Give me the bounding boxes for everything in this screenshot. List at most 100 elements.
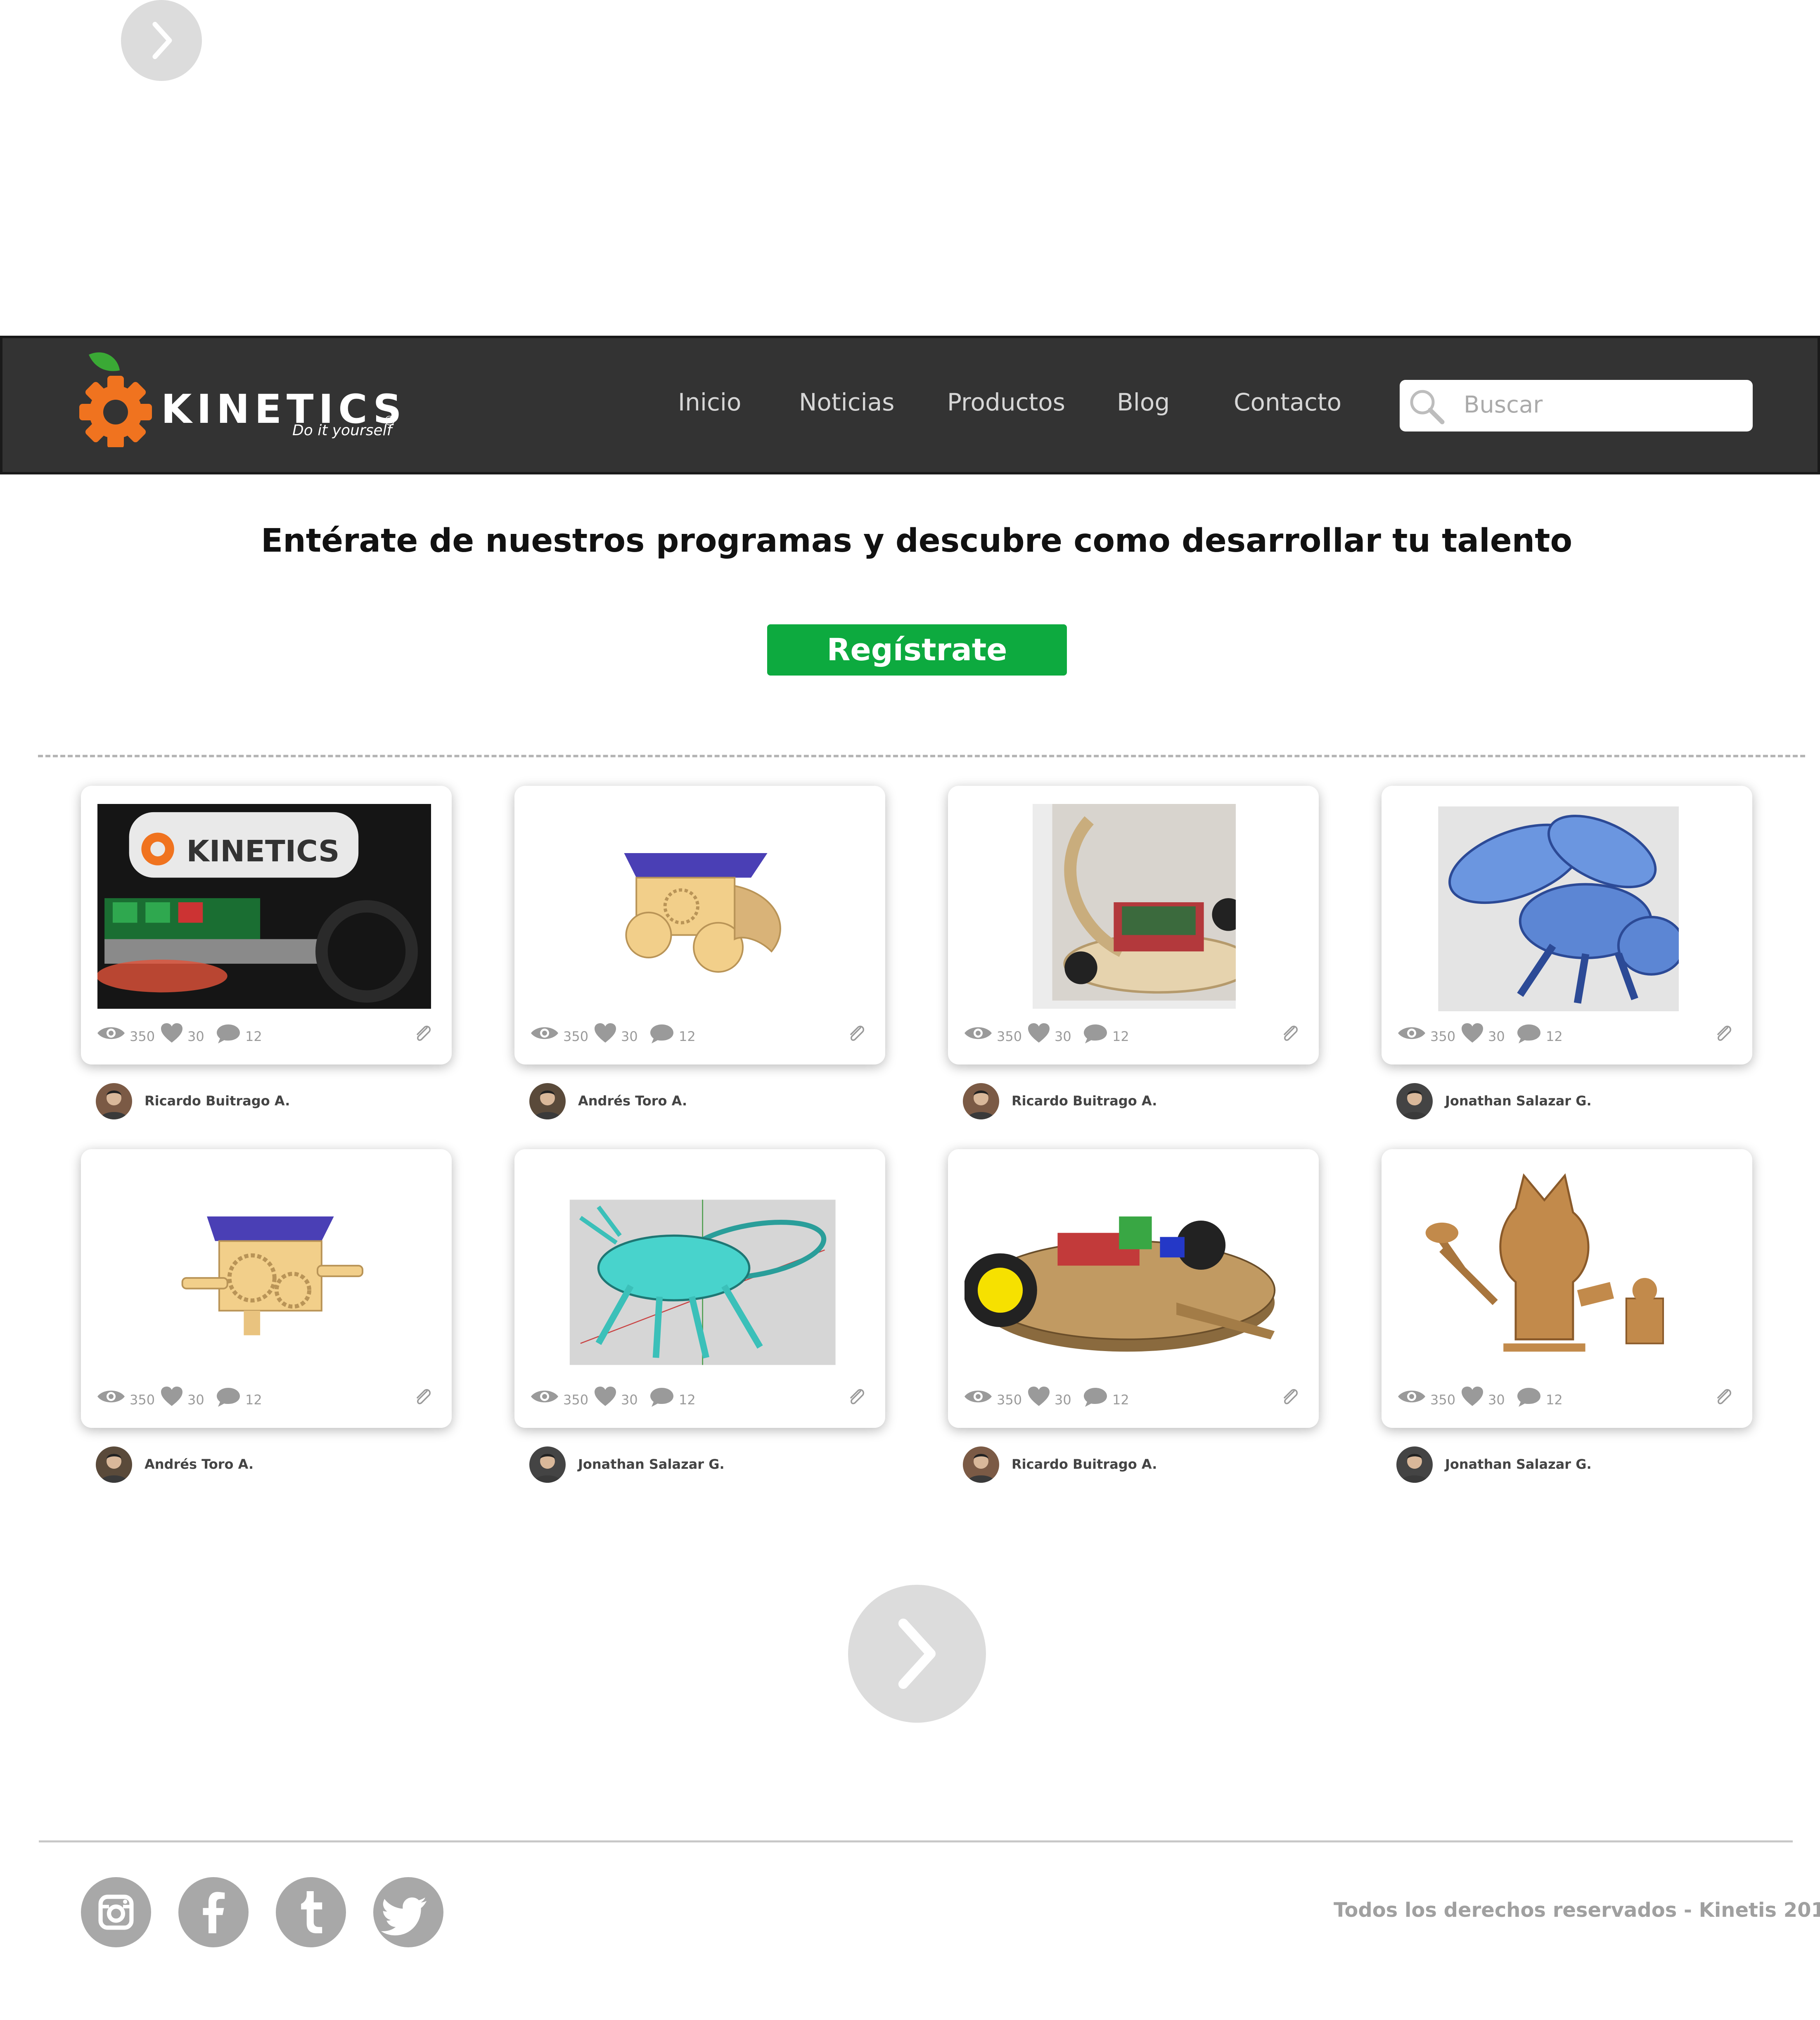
register-button[interactable]: Regístrate [767,624,1067,676]
search-placeholder: Buscar [1464,391,1543,418]
comment-icon [1517,1388,1540,1407]
project-thumbnail[interactable] [1435,806,1679,1011]
comments-count: 12 [679,1029,696,1044]
wooden-gear-machine-image [97,1167,431,1372]
footer-divider [39,1840,1793,1842]
comments-count: 12 [679,1392,696,1408]
comments-count: 12 [1112,1392,1129,1408]
project-card[interactable]: 350 30 12 [1382,1149,1752,1428]
user-avatar-icon [533,1454,562,1483]
project-card[interactable]: 350 30 12 [1382,786,1752,1065]
avatar[interactable] [96,1083,132,1119]
project-card[interactable]: 350 30 12 [81,1149,452,1428]
search-input[interactable] [1400,380,1753,432]
instagram-icon [98,1894,134,1930]
twitter-button[interactable] [373,1877,443,1947]
avatar[interactable] [96,1446,132,1483]
blue-fly-model-image [1435,806,1679,1011]
kinetics-board-photo-image: KINETICS [97,804,431,1009]
author-name: Jonathan Salazar G. [1445,1456,1592,1472]
nav-blog[interactable]: Blog [1117,388,1170,416]
project-stats: 350 30 12 [96,1023,434,1048]
views-count: 350 [130,1392,155,1408]
tumblr-button[interactable] [276,1877,346,1947]
project-card[interactable]: 350 30 12 [514,1149,885,1428]
paperclip-icon[interactable] [1280,1023,1301,1044]
nav-productos[interactable]: Productos [947,388,1065,416]
avatar[interactable] [1396,1446,1433,1483]
comment-icon [650,1024,673,1043]
views-count: 350 [997,1392,1022,1408]
svg-text:KINETICS: KINETICS [187,834,340,868]
views-count: 350 [1430,1029,1456,1044]
project-thumbnail[interactable] [965,1167,1298,1372]
heart-icon [1462,1387,1483,1406]
project-stats: 350 30 12 [529,1386,868,1411]
comment-icon [217,1024,240,1043]
project-thumbnail[interactable] [97,1167,431,1372]
paperclip-icon[interactable] [846,1386,868,1408]
user-avatar-icon [100,1454,128,1483]
logo-tagline: Do it yourself [292,422,392,439]
comments-count: 12 [245,1029,262,1044]
likes-count: 30 [621,1029,638,1044]
avatar[interactable] [529,1083,566,1119]
views-count: 350 [1430,1392,1456,1408]
project-stats: 350 30 12 [96,1386,434,1411]
project-card[interactable]: 350 30 12 [948,1149,1319,1428]
nav-contacto[interactable]: Contacto [1234,388,1341,416]
author-name: Andrés Toro A. [578,1093,687,1109]
previous-arrow-button[interactable] [121,0,202,81]
likes-count: 30 [187,1392,204,1408]
dashed-divider [38,755,1805,757]
next-arrow-button[interactable] [848,1585,986,1723]
avatar[interactable] [963,1446,999,1483]
likes-count: 30 [187,1029,204,1044]
chevron-right-icon [898,1618,936,1689]
facebook-icon [203,1892,225,1933]
project-card[interactable]: 350 30 12 [948,786,1319,1065]
avatar[interactable] [963,1083,999,1119]
paperclip-icon[interactable] [1713,1023,1735,1044]
project-card[interactable]: KINETICS 350 30 12 [81,786,452,1065]
author-name: Jonathan Salazar G. [578,1456,725,1472]
author-name: Ricardo Buitrago A. [145,1093,290,1109]
project-thumbnail[interactable] [1398,1167,1732,1372]
likes-count: 30 [1488,1392,1505,1408]
project-thumbnail[interactable] [531,804,865,1009]
project-card[interactable]: 350 30 12 [514,786,885,1065]
paperclip-icon[interactable] [413,1023,434,1044]
round-robot-car-image [965,1167,1298,1372]
paperclip-icon[interactable] [1280,1386,1301,1408]
author-name: Andrés Toro A. [145,1456,254,1472]
instagram-button[interactable] [81,1877,151,1947]
search-icon [1410,390,1445,424]
heart-icon [161,1387,182,1406]
paperclip-icon[interactable] [413,1386,434,1408]
nav-noticias[interactable]: Noticias [799,388,895,416]
likes-count: 30 [1055,1392,1071,1408]
project-thumbnail[interactable] [552,1193,846,1372]
user-avatar-icon [1401,1454,1429,1483]
chevron-right-icon [152,21,172,59]
avatar[interactable] [1396,1083,1433,1119]
project-thumbnail[interactable]: KINETICS [97,804,431,1009]
user-avatar-icon [967,1091,995,1119]
avatar[interactable] [529,1446,566,1483]
eye-icon [1398,1390,1425,1403]
nav-inicio[interactable]: Inicio [678,388,741,416]
twitter-icon [381,1897,427,1936]
comments-count: 12 [1546,1392,1563,1408]
eye-icon [97,1390,125,1403]
heart-icon [1028,1387,1050,1406]
comment-icon [1084,1024,1107,1043]
facebook-button[interactable] [178,1877,249,1947]
heart-icon [595,1387,616,1406]
paperclip-icon[interactable] [846,1023,868,1044]
project-thumbnail[interactable] [1033,804,1236,1009]
likes-count: 30 [1055,1029,1071,1044]
heart-icon [161,1023,182,1043]
tumblr-icon [301,1891,322,1933]
views-count: 350 [563,1392,589,1408]
paperclip-icon[interactable] [1713,1386,1735,1408]
